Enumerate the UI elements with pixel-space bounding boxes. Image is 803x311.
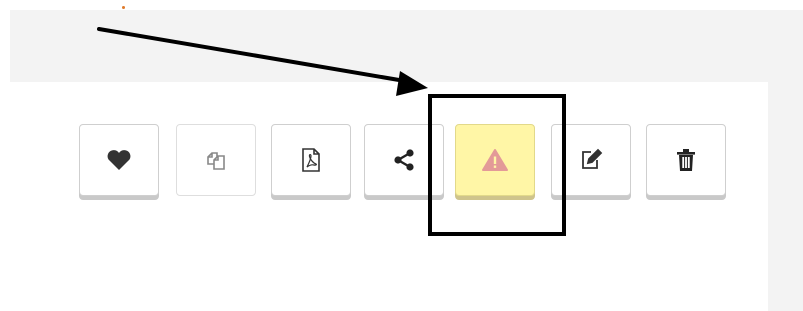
annotation-arrow [97, 27, 428, 96]
arrow-head-icon [396, 71, 428, 96]
